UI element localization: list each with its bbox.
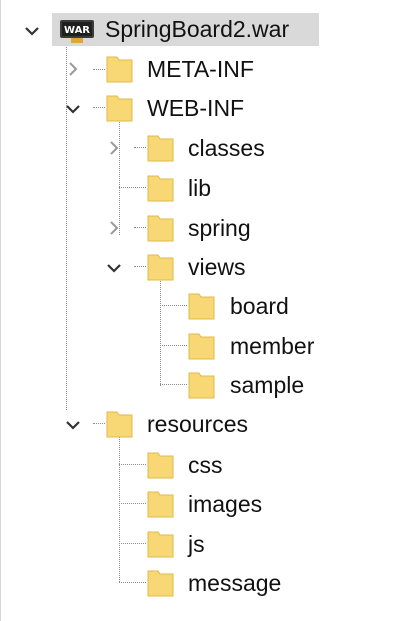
tree-node-meta-inf[interactable]: META-INF bbox=[1, 52, 331, 88]
tree-node-web-inf[interactable]: WEB-INF bbox=[1, 91, 331, 127]
svg-text:WAR: WAR bbox=[64, 25, 90, 36]
chevron-down-icon[interactable] bbox=[64, 416, 82, 434]
tree-node-label: classes bbox=[188, 135, 265, 161]
tree-node-member[interactable]: member bbox=[1, 329, 341, 365]
chevron-right-icon[interactable] bbox=[105, 139, 123, 157]
tree-node-label: member bbox=[230, 333, 315, 359]
folder-icon bbox=[187, 291, 217, 321]
folder-icon bbox=[187, 331, 217, 361]
tree-node-label: css bbox=[188, 452, 223, 478]
folder-icon bbox=[146, 529, 176, 559]
tree-node-label: WEB-INF bbox=[147, 95, 245, 121]
chevron-right-icon[interactable] bbox=[105, 219, 123, 237]
tree-node-label: sample bbox=[230, 372, 305, 398]
chevron-down-icon[interactable] bbox=[64, 100, 82, 118]
folder-icon bbox=[146, 213, 176, 243]
folder-icon bbox=[105, 93, 135, 123]
tree-node-lib[interactable]: lib bbox=[1, 171, 331, 207]
tree-node-images[interactable]: images bbox=[1, 487, 331, 523]
tree-node-label: views bbox=[188, 254, 246, 280]
folder-icon bbox=[146, 133, 176, 163]
folder-icon bbox=[146, 568, 176, 598]
folder-icon bbox=[187, 370, 217, 400]
folder-icon bbox=[146, 252, 176, 282]
tree-node-label: resources bbox=[147, 411, 248, 437]
tree-node-label: SpringBoard2.war bbox=[105, 16, 290, 42]
tree-node-sample[interactable]: sample bbox=[1, 368, 341, 404]
chevron-down-icon[interactable] bbox=[105, 259, 123, 277]
tree-node-label: js bbox=[188, 531, 205, 557]
folder-icon bbox=[146, 173, 176, 203]
tree-node-springboard2-war[interactable]: WAR SpringBoard2.war bbox=[1, 12, 331, 48]
tree-node-resources[interactable]: resources bbox=[1, 407, 331, 443]
tree-node-classes[interactable]: classes bbox=[1, 131, 331, 167]
tree-node-message[interactable]: message bbox=[1, 566, 331, 602]
folder-icon bbox=[105, 409, 135, 439]
tree-node-label: META-INF bbox=[147, 56, 254, 82]
tree-node-board[interactable]: board bbox=[1, 289, 341, 325]
tree-node-label: images bbox=[188, 491, 263, 517]
tree-node-views[interactable]: views bbox=[1, 250, 331, 286]
chevron-right-icon[interactable] bbox=[64, 60, 82, 78]
project-explorer-tree: WAR SpringBoard2.war META-INF WEB-INF cl… bbox=[0, 0, 410, 621]
tree-node-label: lib bbox=[188, 175, 212, 201]
tree-node-label: spring bbox=[188, 215, 251, 241]
folder-icon bbox=[146, 489, 176, 519]
tree-node-css[interactable]: css bbox=[1, 448, 331, 484]
war-archive-icon: WAR bbox=[59, 16, 95, 44]
folder-icon bbox=[105, 54, 135, 84]
tree-node-js[interactable]: js bbox=[1, 527, 331, 563]
folder-icon bbox=[146, 450, 176, 480]
chevron-down-icon[interactable] bbox=[23, 22, 41, 40]
tree-node-label: message bbox=[188, 570, 282, 596]
tree-node-label: board bbox=[230, 293, 289, 319]
tree-node-spring[interactable]: spring bbox=[1, 211, 331, 247]
